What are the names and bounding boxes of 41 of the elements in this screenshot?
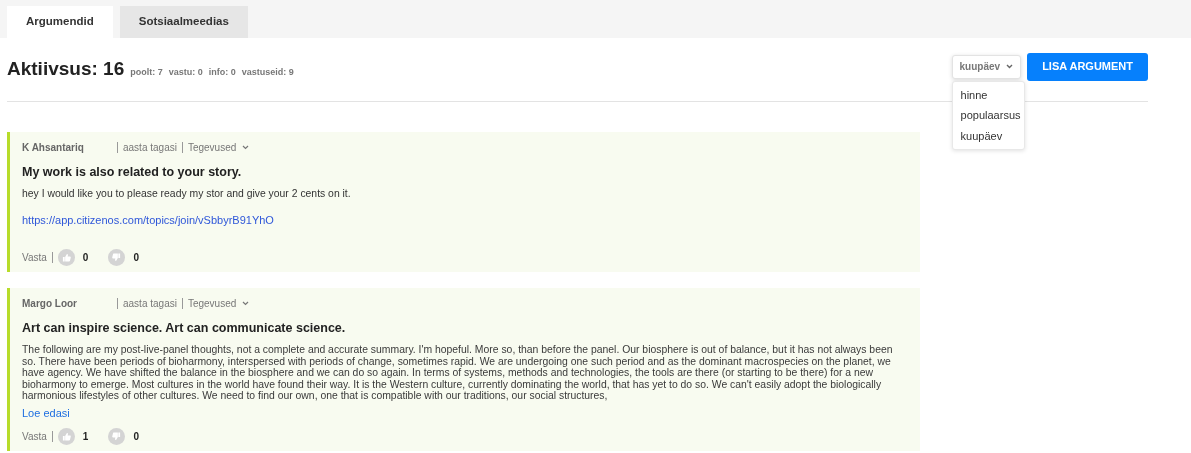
add-argument-button[interactable]: LISA ARGUMENT: [1027, 52, 1148, 81]
activity-stat: vastu: 0: [168, 66, 203, 80]
vote-count: 1: [82, 429, 89, 444]
actions-menu[interactable]: Tegevused: [187, 296, 250, 312]
read-more-link[interactable]: Loe edasi: [22, 406, 70, 419]
argument-link[interactable]: https://app.citizenos.com/topics/join/vSbbyrB91YhO: [22, 214, 274, 227]
sort-dropdown[interactable]: kuupäev: [951, 54, 1022, 79]
thumbs-up-icon: [61, 253, 71, 263]
activity-stat: poolt: 7: [130, 66, 163, 80]
downvote-button[interactable]: [108, 249, 126, 267]
sort-option[interactable]: kuupäev: [952, 125, 1024, 146]
timestamp: aasta tagasi: [123, 297, 177, 312]
chevron-icon: [1006, 64, 1014, 69]
chevron-icon: [242, 301, 250, 307]
upvote-button[interactable]: [57, 249, 75, 267]
thumbs-down-icon: [112, 253, 122, 263]
sort-option[interactable]: hinne: [952, 84, 1024, 105]
activity-stat: info: 0: [208, 66, 236, 80]
reply-link[interactable]: Vasta: [22, 428, 47, 444]
upvote-button[interactable]: [57, 427, 75, 445]
sort-option[interactable]: populaarsus: [952, 105, 1024, 126]
argument-title: My work is also related to your story.: [22, 164, 243, 181]
author-name: K Ahsantariq: [22, 141, 85, 155]
vote-count: 0: [133, 429, 139, 444]
argument-text: The following are my post-live-panel thoughts, not a complete and accurate summary. I'm hopeful. More so, than before the panel. Our biosphere is out of balance, but it has not always been so. There have been periods of bioharmony, interspersed with periods of change, sometimes rapid. We are undergoing one such period and as the dominant macrospecies on the planet, we have agency. We have shifted the balance in the biosphere and we can do so again. In terms of systems, methods and technologies, the tools are there (or starting to be there) for a new bioharmony to emerge. Most cultures in the world have found their way. It is the Western culture, currently dominating the world, that has yet to do so. We can't easily adopt the biologically harmonious lifestyles of other cultures. We need to find our own, one that is compatible with our traditions, our social structures,: [22, 344, 894, 402]
downvote-button[interactable]: [108, 427, 126, 445]
reply-link[interactable]: Vasta: [22, 250, 47, 266]
chevron-icon: [242, 145, 250, 150]
actions-menu[interactable]: Tegevused: [187, 140, 250, 155]
author-name: Margo Loor: [22, 297, 78, 312]
timestamp: aasta tagasi: [123, 141, 177, 155]
argument-title: Art can inspire science. Art can communicate science.: [22, 320, 347, 338]
thumbs-down-icon: [112, 431, 122, 441]
argument-text: hey I would like you to please ready my stor and give your 2 cents on it.: [22, 187, 352, 200]
activity-title: Aktiivsus: 16: [7, 57, 125, 82]
vote-count: 0: [82, 251, 89, 266]
vote-count: 0: [133, 251, 139, 266]
tab[interactable]: Argumendid: [7, 6, 113, 38]
tab[interactable]: Sotsiaalmeedias: [119, 6, 248, 38]
activity-stat: vastuseid: 9: [241, 66, 294, 80]
thumbs-up-icon: [61, 431, 71, 441]
